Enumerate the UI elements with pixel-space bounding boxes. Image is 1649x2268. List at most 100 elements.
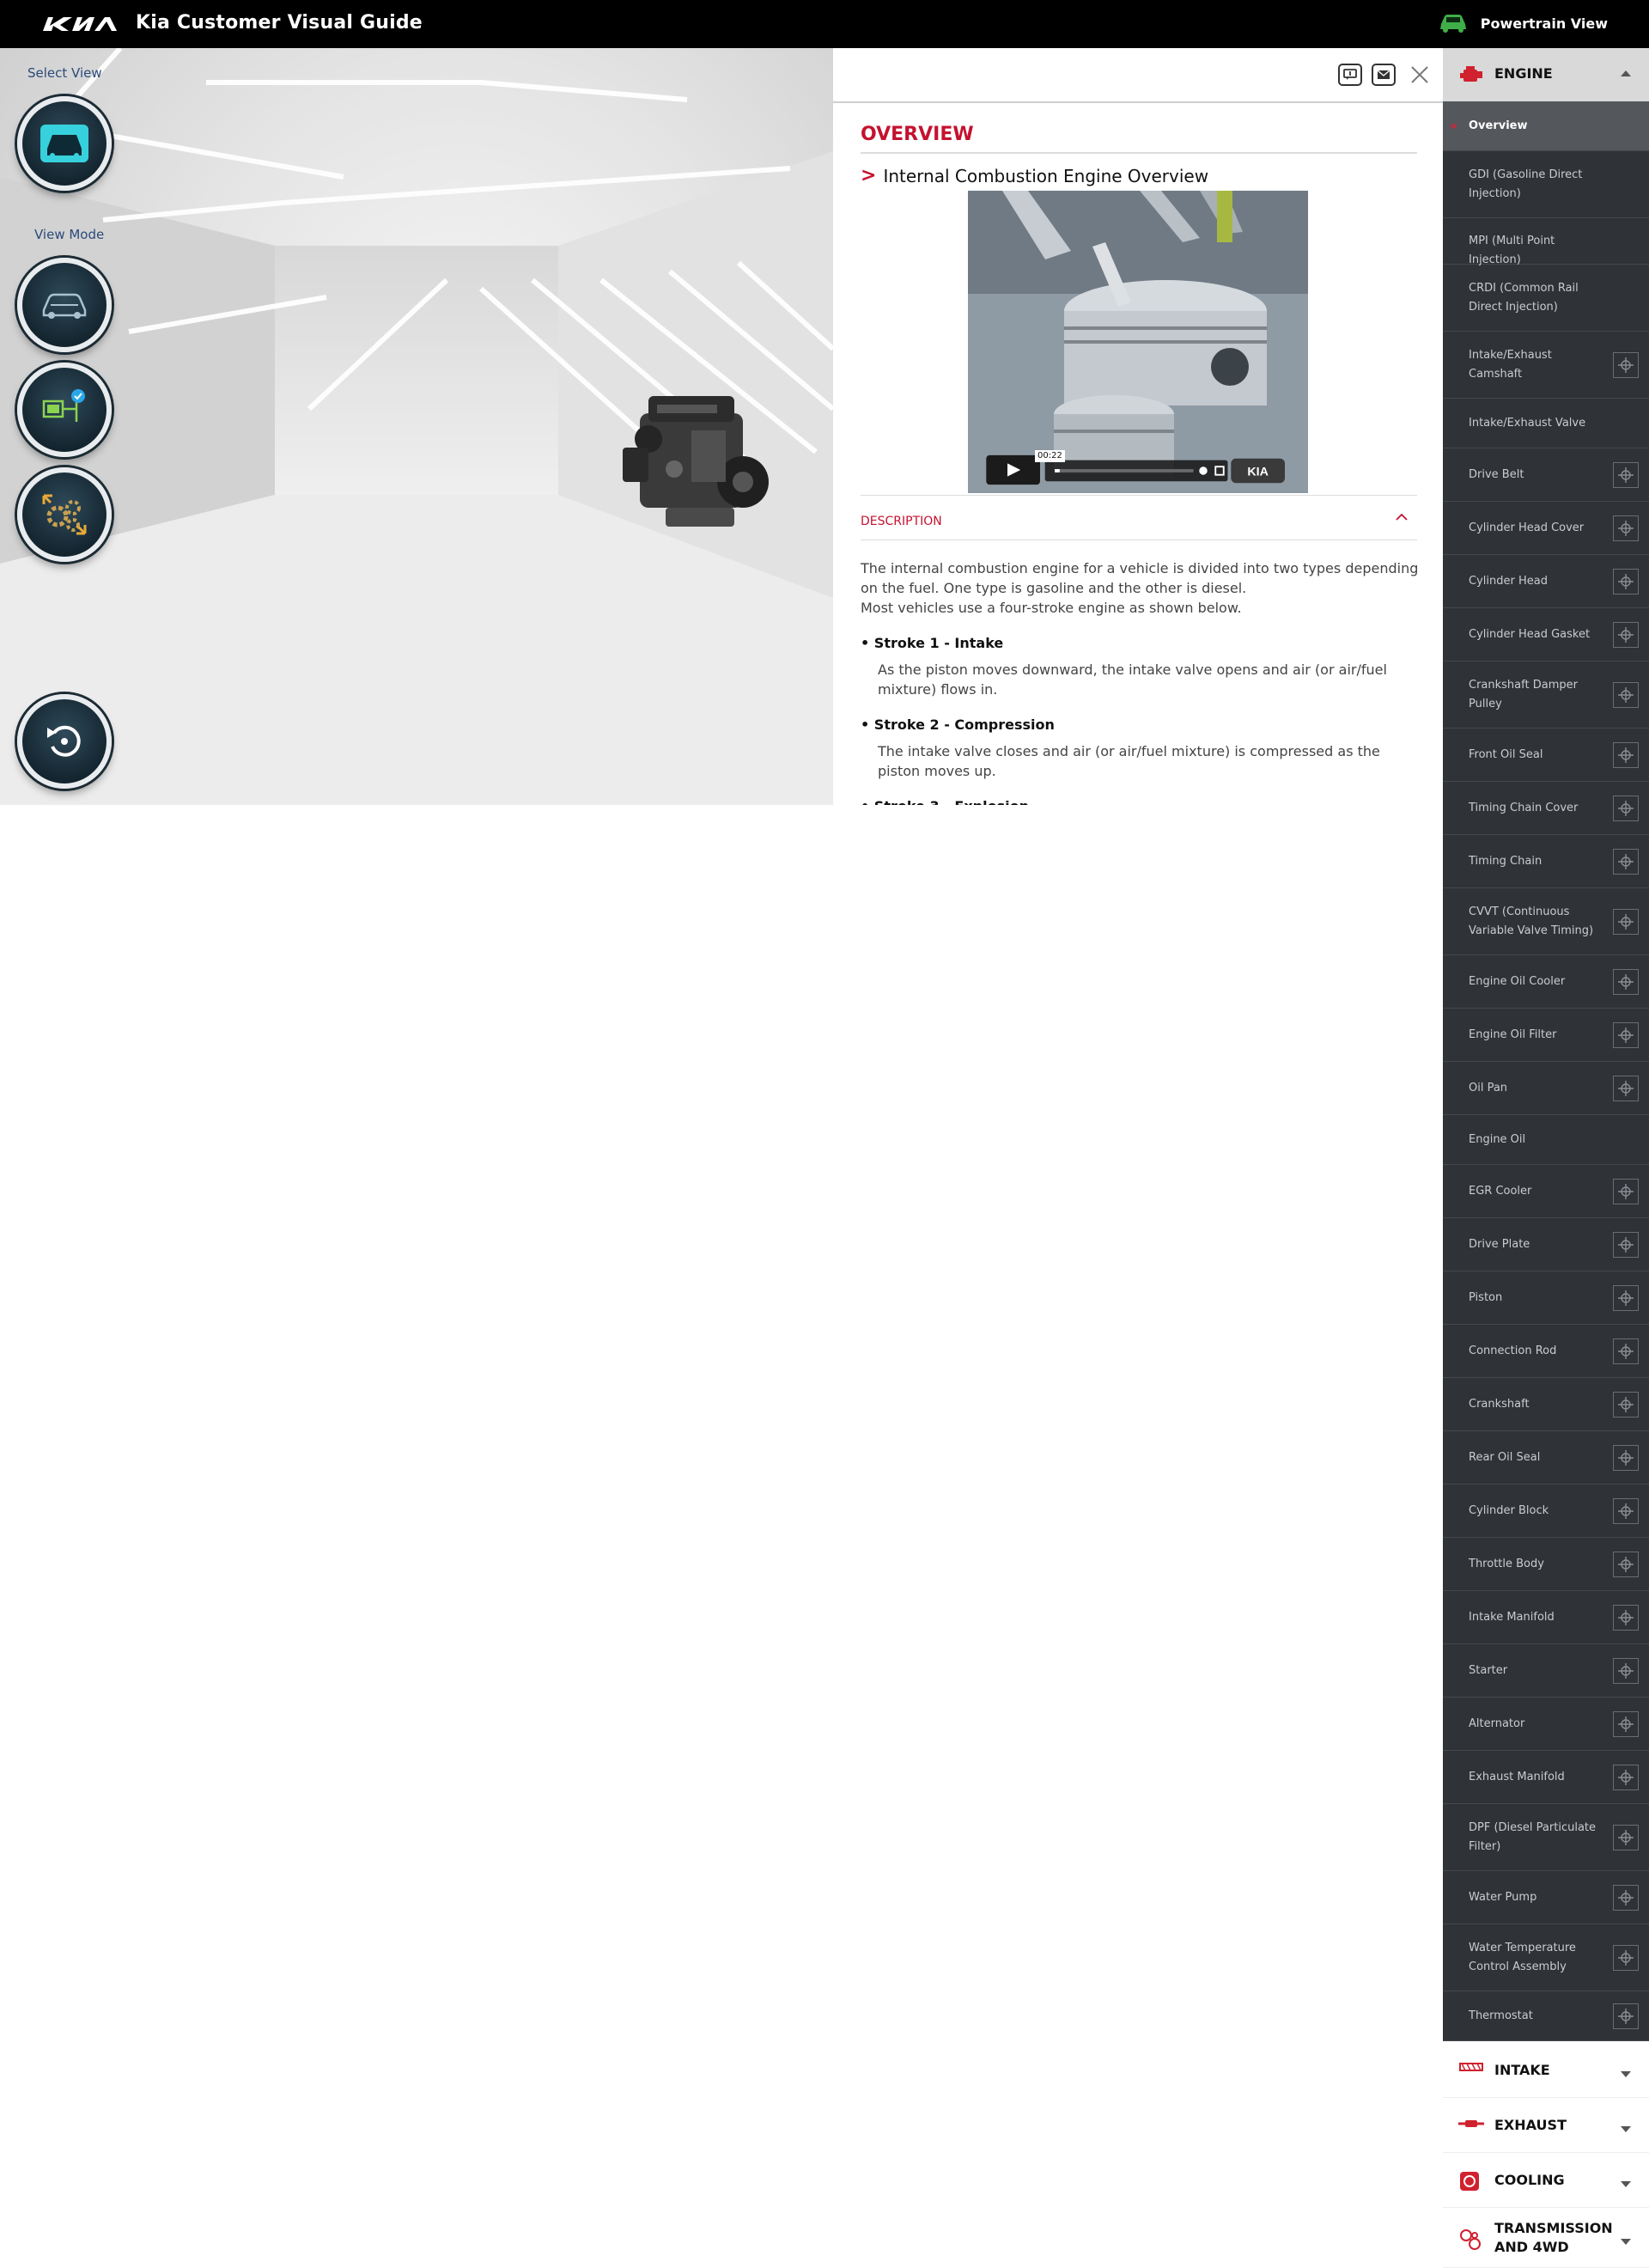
locate-part-icon[interactable] — [1613, 1605, 1639, 1631]
locate-part-icon[interactable] — [1613, 515, 1639, 541]
sidebar-item-part[interactable]: Cylinder Head Cover — [1443, 502, 1649, 555]
sidebar-item-part[interactable]: Starter — [1443, 1644, 1649, 1698]
category-intake[interactable]: INTAKE — [1443, 2043, 1649, 2098]
locate-part-icon[interactable] — [1613, 352, 1639, 378]
sidebar-item-part[interactable]: EGR Cooler — [1443, 1165, 1649, 1218]
locate-part-icon[interactable] — [1613, 1945, 1639, 1971]
locate-part-icon[interactable] — [1613, 909, 1639, 935]
sidebar-item-part[interactable]: Throttle Body — [1443, 1538, 1649, 1591]
locate-part-icon[interactable] — [1613, 1338, 1639, 1364]
feedback-button[interactable] — [1338, 64, 1362, 86]
sidebar-item-part[interactable]: DPF (Diesel Particulate Filter) — [1443, 1804, 1649, 1871]
locate-part-icon[interactable] — [1613, 1445, 1639, 1471]
sidebar-item-part[interactable]: Timing Chain — [1443, 835, 1649, 888]
sidebar-item-part[interactable]: Front Oil Seal — [1443, 729, 1649, 782]
content-toolbar — [833, 48, 1443, 103]
locate-part-icon[interactable] — [1613, 1825, 1639, 1850]
sidebar-item-part[interactable]: Drive Plate — [1443, 1218, 1649, 1271]
sidebar-item-part[interactable]: Cylinder Head — [1443, 555, 1649, 608]
sidebar-item-part[interactable]: « Overview — [1443, 101, 1649, 151]
sidebar-item-part[interactable]: Cylinder Block — [1443, 1485, 1649, 1538]
reset-view-button[interactable] — [17, 694, 112, 789]
locate-part-icon[interactable] — [1613, 462, 1639, 488]
sidebar-item-part[interactable]: Alternator — [1443, 1698, 1649, 1751]
sidebar-item-part[interactable]: Engine Oil Cooler — [1443, 955, 1649, 1009]
sidebar-item-part[interactable]: Intake/Exhaust Valve — [1443, 399, 1649, 448]
locate-part-icon[interactable] — [1613, 1885, 1639, 1911]
locate-part-icon[interactable] — [1613, 1711, 1639, 1737]
locate-part-icon[interactable] — [1613, 1022, 1639, 1048]
sidebar-item-part[interactable]: Water Pump — [1443, 1871, 1649, 1924]
sidebar-item-part[interactable]: Drive Belt — [1443, 448, 1649, 502]
sidebar-item-part[interactable]: Cylinder Head Gasket — [1443, 608, 1649, 662]
locate-part-icon[interactable] — [1613, 742, 1639, 768]
sidebar-item-part[interactable]: Crankshaft Damper Pulley — [1443, 662, 1649, 729]
locate-part-icon[interactable] — [1613, 1392, 1639, 1418]
mail-icon — [1377, 70, 1390, 79]
chevron-up-icon[interactable] — [1393, 510, 1410, 524]
powertrain-view-label: Powertrain View — [1480, 15, 1608, 32]
close-icon[interactable] — [1407, 62, 1433, 88]
sidebar-item-part[interactable]: MPI (Multi Point Injection) — [1443, 218, 1649, 266]
sidebar-item-part[interactable]: Oil Pan — [1443, 1062, 1649, 1115]
locate-part-icon[interactable] — [1613, 622, 1639, 648]
exterior-view-button[interactable] — [17, 258, 112, 352]
explode-view-button[interactable] — [17, 467, 112, 562]
sidebar-item-part[interactable]: Intake/Exhaust Camshaft — [1443, 332, 1649, 399]
sidebar-item-label: Intake/Exhaust Camshaft — [1469, 349, 1552, 381]
car-icon — [1439, 15, 1466, 33]
sidebar-item-part[interactable]: Exhaust Manifold — [1443, 1751, 1649, 1804]
category-label: TRANSMISSION AND 4WD — [1494, 2220, 1613, 2255]
fullscreen-button[interactable] — [1217, 469, 1231, 483]
3d-viewer[interactable]: Select View View Mode — [0, 48, 833, 805]
sidebar-item-part[interactable]: Crankshaft — [1443, 1378, 1649, 1431]
car-outline-icon — [42, 293, 87, 319]
kia-logo[interactable] — [41, 14, 120, 34]
category-exhaust[interactable]: EXHAUST — [1443, 2098, 1649, 2153]
locate-part-icon[interactable] — [1613, 1498, 1639, 1524]
locate-part-icon[interactable] — [1613, 796, 1639, 821]
powertrain-mode-button[interactable] — [17, 363, 112, 457]
locate-part-icon[interactable] — [1613, 969, 1639, 995]
sidebar-item-part[interactable]: CRDI (Common Rail Direct Injection) — [1443, 265, 1649, 332]
locate-part-icon[interactable] — [1613, 682, 1639, 708]
locate-part-icon[interactable] — [1613, 1285, 1639, 1311]
intro-text-1: The internal combustion engine for a veh… — [861, 560, 1419, 596]
settings-button[interactable] — [1200, 469, 1214, 483]
sidebar-item-part[interactable]: Engine Oil — [1443, 1115, 1649, 1165]
sidebar-item-part[interactable]: Water Temperature Control Assembly — [1443, 1924, 1649, 1991]
locate-part-icon[interactable] — [1613, 569, 1639, 594]
stroke-1-title: • Stroke 1 - Intake — [861, 635, 1004, 651]
category-transmission[interactable]: TRANSMISSION AND 4WD — [1443, 2208, 1649, 2268]
sidebar-item-part[interactable]: Rear Oil Seal — [1443, 1431, 1649, 1485]
locate-part-icon[interactable] — [1613, 1552, 1639, 1577]
locate-part-icon[interactable] — [1613, 849, 1639, 875]
chevron-right-icon: > — [861, 165, 877, 186]
locate-part-icon[interactable] — [1613, 1658, 1639, 1684]
sidebar-item-label: Drive Belt — [1469, 468, 1524, 481]
sidebar-item-part[interactable]: Connection Rod — [1443, 1325, 1649, 1378]
locate-part-icon[interactable] — [1613, 1179, 1639, 1204]
play-button[interactable] — [978, 455, 1035, 486]
sidebar-item-part[interactable]: Thermostat — [1443, 1991, 1649, 2041]
category-cooling[interactable]: COOLING — [1443, 2153, 1649, 2208]
sidebar-item-label: Cylinder Head Gasket — [1469, 628, 1591, 641]
email-button[interactable] — [1372, 64, 1396, 86]
sidebar-item-label: Water Pump — [1469, 1891, 1537, 1904]
powertrain-view-button[interactable]: Powertrain View — [1438, 12, 1608, 34]
locate-part-icon[interactable] — [1613, 1076, 1639, 1101]
sidebar-item-part[interactable]: Piston — [1443, 1271, 1649, 1325]
sidebar-item-part[interactable]: GDI (Gasoline Direct Injection) — [1443, 151, 1649, 218]
category-engine[interactable]: ENGINE — [1443, 48, 1649, 101]
engine-3d-model[interactable] — [614, 387, 777, 542]
locate-part-icon[interactable] — [1613, 1232, 1639, 1258]
sidebar-item-part[interactable]: Engine Oil Filter — [1443, 1009, 1649, 1062]
sidebar-item-part[interactable]: CVVT (Continuous Variable Valve Timing) — [1443, 888, 1649, 955]
engine-parts-list: « Overview GDI (Gasoline Direct Injection)… — [1443, 101, 1649, 2041]
locate-part-icon[interactable] — [1613, 1765, 1639, 1790]
video-player[interactable]: KIA 00:22 — [968, 191, 1308, 493]
locate-part-icon[interactable] — [1613, 2003, 1639, 2029]
sidebar-item-part[interactable]: Intake Manifold — [1443, 1591, 1649, 1644]
select-view-button[interactable] — [17, 96, 112, 191]
sidebar-item-part[interactable]: Timing Chain Cover — [1443, 782, 1649, 835]
